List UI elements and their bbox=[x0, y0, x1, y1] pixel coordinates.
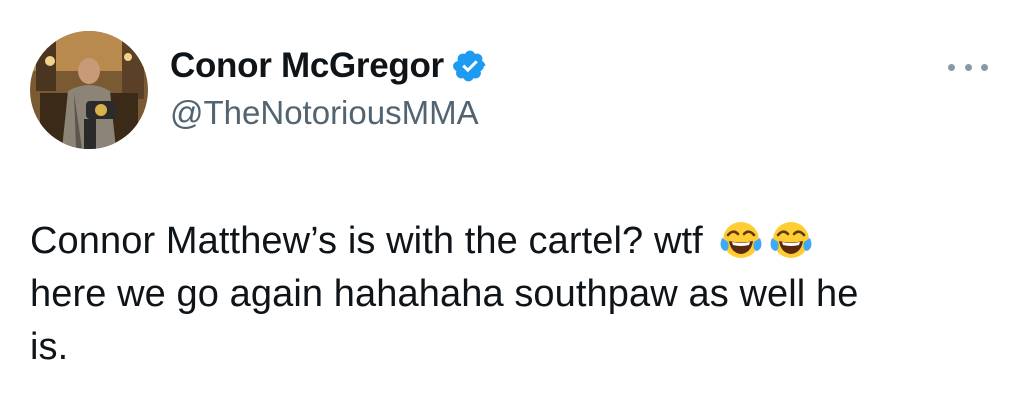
tweet: Conor McGregor @TheNotoriousMMA Connor M… bbox=[0, 0, 1024, 404]
verified-badge-icon[interactable] bbox=[452, 48, 488, 84]
name-row: Conor McGregor bbox=[170, 44, 488, 88]
tweet-text-line-1: Connor Matthew’s is with the cartel? wtf bbox=[30, 215, 1000, 268]
tweet-header: Conor McGregor @TheNotoriousMMA bbox=[170, 44, 488, 132]
face-with-tears-of-joy-icon bbox=[771, 222, 812, 258]
more-options-button[interactable] bbox=[948, 60, 988, 74]
tweet-text-segment: Connor Matthew’s is with the cartel? wtf bbox=[30, 220, 703, 262]
tweet-text-line-3: is. bbox=[30, 326, 69, 368]
ellipsis-icon bbox=[964, 63, 972, 71]
user-handle[interactable]: @TheNotoriousMMA bbox=[170, 94, 488, 132]
avatar[interactable] bbox=[30, 31, 148, 149]
face-with-tears-of-joy-icon bbox=[721, 222, 762, 258]
tweet-text-line-2: here we go again hahahaha southpaw as we… bbox=[30, 273, 859, 315]
ellipsis-icon bbox=[981, 63, 988, 71]
display-name[interactable]: Conor McGregor bbox=[170, 46, 444, 86]
avatar-image bbox=[30, 31, 148, 149]
ellipsis-icon bbox=[948, 63, 955, 71]
tweet-text: Connor Matthew’s is with the cartel? wtf… bbox=[30, 215, 1000, 374]
